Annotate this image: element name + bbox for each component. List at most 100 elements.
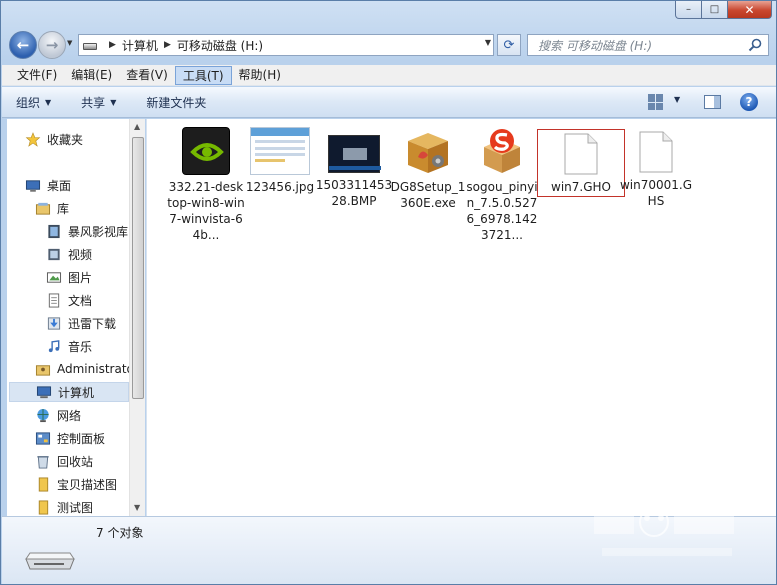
file-name: 123456.jpg [245,180,315,194]
view-dropdown-icon[interactable]: ▼ [674,95,680,104]
minimize-button[interactable]: – [675,1,702,19]
video-icon [48,248,60,260]
organize-button[interactable]: 组织 ▼ [16,94,51,111]
nav-computer[interactable]: 计算机 [9,382,129,402]
search-input[interactable]: 搜索 可移动磁盘 (H:) [527,34,769,56]
film-library-icon [48,224,60,238]
music-icon [48,339,60,352]
nav-label: 暴风影视库 [68,224,129,239]
menu-file[interactable]: 文件(F) [10,66,64,85]
folder-icon [38,499,49,515]
close-button[interactable]: ✕ [728,1,772,19]
desktop-icon [25,179,41,192]
file-item[interactable]: win70001.GHS [617,127,695,209]
file-name: 150331145328.BMP [315,178,393,208]
nav-scrollbar[interactable]: ▲ ▼ [129,119,145,516]
file-name: win70001.GHS [619,178,693,208]
refresh-button[interactable]: ⟳ [497,34,521,56]
nvidia-installer-icon [182,127,230,175]
file-item[interactable]: DG8Setup_1360E.exe [389,127,467,211]
breadcrumb-chevron-icon[interactable]: ▶ [164,40,171,50]
forward-button[interactable]: → [38,31,66,59]
maximize-button[interactable]: □ [702,1,728,19]
menu-help[interactable]: 帮助(H) [232,66,288,85]
menu-bar: 文件(F) 编辑(E) 查看(V) 工具(T) 帮助(H) [2,65,776,86]
star-icon [25,131,41,147]
nav-label: 迅雷下载 [68,316,117,331]
user-folder-icon [35,364,51,376]
back-button[interactable]: ← [9,31,37,59]
nav-label: 宝贝描述图 [57,477,118,492]
file-item-selected[interactable]: win7.GHO [537,129,625,197]
file-name: 332.21-desktop-win8-win7-winvista-64b... [167,180,245,242]
control-panel-icon [35,431,51,445]
new-folder-button[interactable]: 新建文件夹 [146,94,206,111]
chevron-down-icon: ▼ [45,97,52,107]
chevron-down-icon: ▼ [110,97,117,107]
file-list: 332.21-desktop-win8-win7-winvista-64b...… [146,119,776,516]
blank-file-icon [564,133,598,175]
view-options-icon[interactable] [648,94,664,110]
recycle-bin-icon [37,455,49,469]
breadcrumb-chevron-icon[interactable]: ▶ [109,40,116,50]
nav-label: 计算机 [58,385,95,400]
file-item[interactable]: 123456.jpg [241,127,319,195]
nav-label: 网络 [57,408,82,423]
download-icon [47,316,61,330]
menu-view[interactable]: 查看(V) [119,66,175,85]
address-bar[interactable]: ▶ 计算机 ▶ 可移动磁盘 (H:) ▼ [78,34,494,56]
document-icon [48,292,60,308]
organize-label: 组织 [16,95,41,110]
computer-icon [36,385,52,398]
preview-pane-icon[interactable] [704,95,721,109]
search-placeholder: 搜索 可移动磁盘 (H:) [538,38,653,53]
nav-label: 回收站 [57,454,94,469]
menu-edit[interactable]: 编辑(E) [64,66,119,85]
file-name: win7.GHO [551,180,611,194]
scroll-down-icon[interactable]: ▼ [134,503,140,512]
nav-label: 桌面 [47,178,72,193]
drive-icon [83,42,97,50]
arrow-left-icon: ← [16,36,30,54]
library-icon [35,202,51,215]
nav-label: 库 [57,201,70,216]
file-item[interactable]: 150331145328.BMP [315,127,393,209]
address-dropdown-icon[interactable]: ▼ [485,38,491,47]
bmp-thumbnail-icon [328,135,381,173]
share-button[interactable]: 共享 ▼ [81,94,116,111]
search-icon[interactable] [748,38,762,52]
nav-label: 控制面板 [57,431,106,446]
share-label: 共享 [81,95,106,110]
file-item[interactable]: 332.21-desktop-win8-win7-winvista-64b... [167,127,245,243]
file-item[interactable]: sogou_pinyin_7.5.0.5276_6978.1423721... [463,127,541,243]
baidu-watermark-icon [594,507,734,556]
folder-icon [38,476,49,492]
breadcrumb-removable-disk[interactable]: 可移动磁盘 (H:) [177,37,263,54]
setup-box-icon [404,127,452,175]
nav-label: 图片 [68,270,93,285]
file-name: sogou_pinyin_7.5.0.5276_6978.1423721... [466,180,538,242]
nav-label: 视频 [68,247,93,262]
scroll-up-icon[interactable]: ▲ [134,122,140,131]
nav-label: 收藏夹 [47,132,84,147]
menu-tools[interactable]: 工具(T) [174,65,232,85]
item-count: 7 个对象 [96,526,144,540]
caption-buttons: – □ ✕ [675,1,772,19]
explorer-window: – □ ✕ ← → ▼ ▶ 计算机 ▶ 可移动磁盘 (H:) ▼ ⟳ 搜索 可移… [0,0,777,585]
command-bar: 组织 ▼ 共享 ▼ 新建文件夹 ▼ ? [2,87,776,118]
breadcrumb-computer[interactable]: 计算机 [122,37,158,54]
picture-icon [46,271,62,283]
recent-pages-dropdown[interactable]: ▼ [67,39,77,51]
removable-drive-icon [25,552,75,570]
image-thumbnail-icon [250,127,310,175]
nav-label: 测试图 [57,500,94,515]
sogou-installer-icon [478,127,526,175]
blank-file-icon [639,131,673,173]
help-button[interactable]: ? [740,93,758,111]
arrow-right-icon: → [45,36,59,54]
scroll-thumb[interactable] [132,137,144,399]
nav-label: Administrator [57,362,139,376]
file-name: DG8Setup_1360E.exe [390,180,466,210]
new-folder-label: 新建文件夹 [146,95,207,110]
network-icon [37,408,49,422]
